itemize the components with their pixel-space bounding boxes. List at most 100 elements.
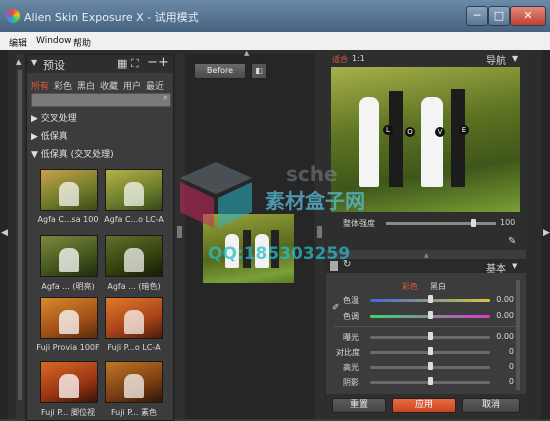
contrast-value: 0 (508, 347, 514, 356)
zoom-1to1[interactable]: 1:1 (352, 54, 365, 63)
slider-knob[interactable] (428, 295, 433, 303)
preset-thumbnail[interactable] (40, 361, 98, 403)
remove-preset-icon[interactable]: − (147, 55, 158, 70)
right-scrollbar[interactable] (516, 280, 520, 390)
temperature-label: 色温 (343, 296, 359, 305)
overall-intensity-value: 100 (500, 218, 516, 227)
slider-knob[interactable] (428, 311, 433, 319)
apply-button[interactable]: 应用 (392, 398, 456, 413)
tab-color[interactable]: 彩色 (54, 79, 72, 92)
eyedropper-icon[interactable]: ✐ (332, 303, 340, 313)
letter-sign: O (405, 127, 415, 137)
groom-figure (451, 89, 465, 187)
slider-knob[interactable] (428, 332, 433, 340)
menu-edit[interactable]: 编辑 (9, 36, 27, 49)
highlights-label: 高光 (343, 363, 359, 372)
overall-intensity-label: 整体强度 (343, 219, 375, 228)
menu-help[interactable]: 帮助 (73, 36, 91, 49)
tab-color-mode[interactable]: 彩色 (402, 281, 418, 292)
presets-header: ▼ 预设 ▦ ⛶ − + (27, 55, 173, 73)
watermark-text: 素材盒子网 (265, 189, 365, 213)
expand-icon: ▶ (31, 132, 41, 142)
zoom-fit[interactable]: 适合 (332, 54, 348, 65)
scroll-up-icon[interactable]: ▲ (16, 58, 21, 66)
preset-thumbnail[interactable] (105, 361, 163, 403)
couple-figure (124, 248, 144, 272)
expand-view-icon[interactable]: ⛶ (131, 57, 139, 71)
bride-figure (421, 97, 443, 187)
tab-all[interactable]: 所有 (31, 79, 49, 92)
compare-mode-icon[interactable]: ◧ (251, 63, 267, 79)
watermark-text: sche (286, 162, 338, 186)
cancel-button[interactable]: 取消 (462, 398, 520, 413)
collapse-triangle-icon[interactable]: ▼ (31, 58, 37, 67)
app-icon (6, 9, 20, 23)
couple-figure (124, 182, 144, 206)
couple-figure (59, 182, 79, 206)
watermark-logo (180, 162, 252, 228)
preset-caption: Agfa C...sa 100 (37, 215, 99, 224)
reset-button[interactable]: 重置 (332, 398, 386, 413)
overall-intensity-slider[interactable] (386, 222, 496, 225)
slider-knob[interactable] (428, 377, 433, 385)
dropdown-arrow-icon[interactable]: ▼ (512, 54, 518, 63)
shadows-label: 阴影 (343, 378, 359, 387)
preset-thumbnail[interactable] (105, 297, 163, 339)
expand-icon: ▶ (31, 114, 41, 124)
preset-caption: Fuji P... 素色 (111, 408, 157, 417)
preset-caption: Fuji P... 脚位视 (41, 408, 95, 417)
arrow-left-icon: ◀ (1, 228, 8, 238)
dropdown-arrow-icon[interactable]: ▼ (512, 262, 517, 270)
brush-icon[interactable]: ✎ (508, 236, 516, 247)
tree-item-lofi[interactable]: ▶ 低保真 (31, 129, 68, 142)
temperature-value: 0.00 (496, 295, 514, 304)
left-splitter[interactable] (176, 54, 184, 419)
add-preset-icon[interactable]: + (158, 55, 169, 70)
slider-knob[interactable] (428, 347, 433, 355)
minimize-button[interactable]: ─ (466, 6, 488, 26)
preset-caption: Agfa ... (暗色) (107, 282, 161, 291)
slider-knob[interactable] (471, 219, 476, 227)
left-collapse-bar[interactable]: ◀ (0, 50, 8, 419)
grid-view-icon[interactable]: ▦ (117, 57, 127, 70)
tab-bw[interactable]: 黑白 (77, 79, 95, 92)
exposure-value: 0.00 (496, 332, 514, 341)
tab-favorites[interactable]: 收藏 (100, 79, 118, 92)
left-scrollbar[interactable] (18, 70, 22, 400)
preset-caption: Fuji Provia 100F (36, 343, 100, 352)
up-arrow-icon[interactable]: ▲ (244, 49, 249, 57)
before-button[interactable]: Before (194, 63, 246, 79)
navigator-title: 导航 (486, 56, 506, 67)
collapse-up-icon[interactable]: ▲ (424, 252, 429, 259)
tree-item-lofi-cross[interactable]: ▼ 低保真 (交叉处理) (31, 147, 114, 160)
groom-figure (389, 91, 403, 187)
preset-thumbnail[interactable] (40, 169, 98, 211)
right-splitter[interactable] (316, 54, 324, 419)
couple-figure (124, 310, 144, 334)
preset-thumbnail[interactable] (105, 169, 163, 211)
letter-sign: L (383, 125, 393, 135)
tab-bw-mode[interactable]: 黑白 (430, 281, 446, 292)
tab-user[interactable]: 用户 (123, 79, 141, 92)
letter-sign: V (435, 127, 445, 137)
close-button[interactable]: ✕ (510, 6, 546, 26)
preset-thumbnail[interactable] (40, 297, 98, 339)
watermark-text: QQ:185303259 (208, 244, 351, 264)
maximize-button[interactable]: □ (488, 6, 510, 26)
couple-figure (59, 248, 79, 272)
exposure-label: 曝光 (343, 333, 359, 342)
tree-item-cross-process[interactable]: ▶ 交叉处理 (31, 111, 77, 124)
slider-knob[interactable] (428, 362, 433, 370)
preset-caption: Agfa ... (明亮) (41, 282, 95, 291)
preset-search-input[interactable]: ⌕ (31, 93, 171, 107)
tint-value: 0.00 (496, 311, 514, 320)
preset-thumbnail[interactable] (40, 235, 98, 277)
preset-thumbnail[interactable] (105, 235, 163, 277)
basic-title: 基本 (486, 264, 506, 275)
shadows-value: 0 (508, 377, 514, 386)
tab-recent[interactable]: 最近 (146, 79, 164, 92)
arrow-right-icon: ▶ (543, 228, 550, 238)
right-collapse-bar[interactable]: ▶ (542, 50, 550, 419)
menu-window[interactable]: Window (36, 36, 72, 46)
presets-title: 预设 (43, 59, 65, 72)
